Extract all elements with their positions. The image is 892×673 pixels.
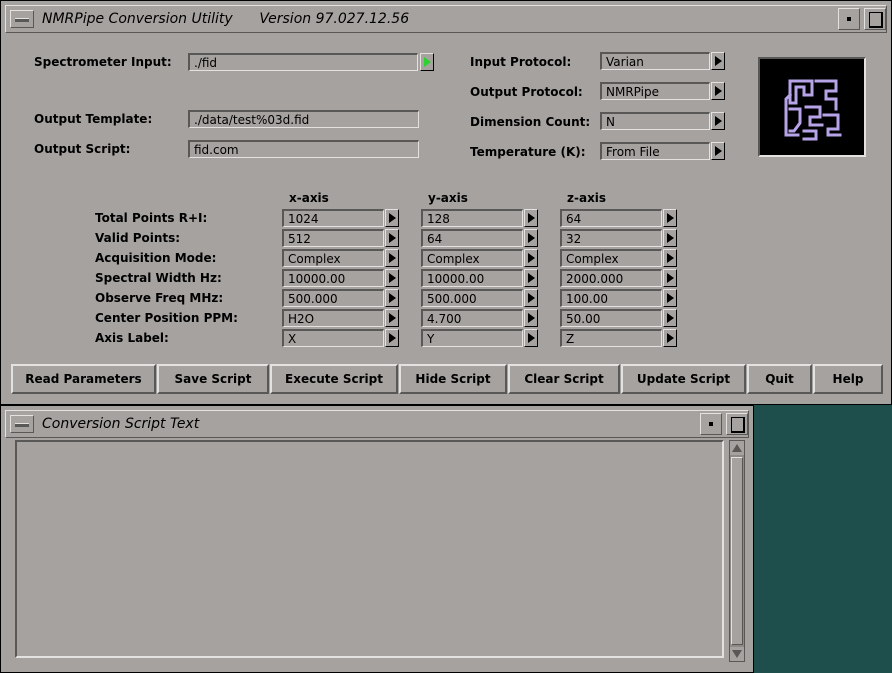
x-axis-arrow-button[interactable] xyxy=(385,269,399,287)
temperature-field[interactable]: From File xyxy=(600,142,710,160)
output-protocol-arrow-button[interactable] xyxy=(711,82,725,100)
z-axis-arrow-button[interactable] xyxy=(663,269,677,287)
window-menu-button[interactable] xyxy=(10,10,34,28)
z-axis-value-field[interactable]: Z xyxy=(560,329,662,347)
axis-row-label: Acquisition Mode: xyxy=(95,251,217,265)
spectrometer-input-label: Spectrometer Input: xyxy=(34,55,172,69)
y-axis-arrow-button[interactable] xyxy=(524,209,538,227)
script-titlebar[interactable]: Conversion Script Text xyxy=(5,410,749,438)
quit-button[interactable]: Quit xyxy=(747,364,812,394)
output-protocol-field[interactable]: NMRPipe xyxy=(600,82,710,100)
z-axis-arrow-button[interactable] xyxy=(663,309,677,327)
script-maximize-button[interactable] xyxy=(726,413,748,435)
axis-row-label: Total Points R+I: xyxy=(95,211,208,225)
temperature-arrow-button[interactable] xyxy=(711,142,725,160)
output-script-label: Output Script: xyxy=(34,142,131,156)
x-axis-arrow-button[interactable] xyxy=(385,249,399,267)
axis-row-label: Observe Freq MHz: xyxy=(95,291,224,305)
conversion-script-textarea[interactable] xyxy=(15,440,724,658)
x-axis-value-field[interactable]: 500.000 xyxy=(282,289,384,307)
dimension-count-arrow-button[interactable] xyxy=(711,112,725,130)
z-axis-arrow-button[interactable] xyxy=(663,329,677,347)
input-protocol-field[interactable]: Varian xyxy=(600,52,710,70)
execute-script-button[interactable]: Execute Script xyxy=(270,364,398,394)
x-axis-value-field[interactable]: X xyxy=(282,329,384,347)
help-button[interactable]: Help xyxy=(813,364,883,394)
minimize-button[interactable] xyxy=(838,8,860,30)
y-axis-value-field[interactable]: 10000.00 xyxy=(421,269,523,287)
update-script-button[interactable]: Update Script xyxy=(621,364,746,394)
scroll-up-arrow-icon[interactable] xyxy=(730,441,744,455)
y-axis-header: y-axis xyxy=(428,191,468,205)
z-axis-header: z-axis xyxy=(567,191,607,205)
axis-row-label: Valid Points: xyxy=(95,231,181,245)
z-axis-value-field[interactable]: Complex xyxy=(560,249,662,267)
temperature-label: Temperature (K): xyxy=(470,145,586,159)
output-script-field[interactable]: fid.com xyxy=(188,140,419,158)
main-titlebar[interactable]: NMRPipe Conversion Utility Version 97.02… xyxy=(5,5,887,33)
x-axis-value-field[interactable]: Complex xyxy=(282,249,384,267)
y-axis-value-field[interactable]: Y xyxy=(421,329,523,347)
x-axis-arrow-button[interactable] xyxy=(385,229,399,247)
y-axis-arrow-button[interactable] xyxy=(524,309,538,327)
x-axis-arrow-button[interactable] xyxy=(385,289,399,307)
output-protocol-label: Output Protocol: xyxy=(470,85,583,99)
y-axis-arrow-button[interactable] xyxy=(524,329,538,347)
nmrpipe-logo xyxy=(758,57,866,157)
window-title: NMRPipe Conversion Utility Version 97.02… xyxy=(42,11,410,27)
spectrometer-input-field[interactable]: ./fid xyxy=(188,53,418,71)
x-axis-value-field[interactable]: 512 xyxy=(282,229,384,247)
dimension-count-label: Dimension Count: xyxy=(470,115,591,129)
axis-row-label: Axis Label: xyxy=(95,331,169,345)
input-protocol-label: Input Protocol: xyxy=(470,55,572,69)
x-axis-value-field[interactable]: 1024 xyxy=(282,209,384,227)
vertical-scrollbar[interactable] xyxy=(729,440,745,662)
hide-script-button[interactable]: Hide Script xyxy=(399,364,507,394)
script-minimize-button[interactable] xyxy=(700,413,722,435)
z-axis-arrow-button[interactable] xyxy=(663,249,677,267)
y-axis-arrow-button[interactable] xyxy=(524,229,538,247)
script-window-title: Conversion Script Text xyxy=(42,416,200,432)
maximize-button[interactable] xyxy=(864,8,886,30)
x-axis-arrow-button[interactable] xyxy=(385,329,399,347)
z-axis-value-field[interactable]: 100.00 xyxy=(560,289,662,307)
z-axis-value-field[interactable]: 64 xyxy=(560,209,662,227)
y-axis-arrow-button[interactable] xyxy=(524,249,538,267)
x-axis-value-field[interactable]: H2O xyxy=(282,309,384,327)
logo-glyph-icon xyxy=(784,79,842,141)
x-axis-arrow-button[interactable] xyxy=(385,309,399,327)
dimension-count-field[interactable]: N xyxy=(600,112,710,130)
output-template-label: Output Template: xyxy=(34,112,153,126)
y-axis-value-field[interactable]: 4.700 xyxy=(421,309,523,327)
y-axis-value-field[interactable]: Complex xyxy=(421,249,523,267)
output-template-field[interactable]: ./data/test%03d.fid xyxy=(188,110,419,128)
axis-row-label: Center Position PPM: xyxy=(95,311,238,325)
save-script-button[interactable]: Save Script xyxy=(157,364,269,394)
axis-row-label: Spectral Width Hz: xyxy=(95,271,222,285)
x-axis-arrow-button[interactable] xyxy=(385,209,399,227)
z-axis-arrow-button[interactable] xyxy=(663,289,677,307)
input-protocol-arrow-button[interactable] xyxy=(711,52,725,70)
script-window-menu-button[interactable] xyxy=(10,415,34,433)
z-axis-value-field[interactable]: 50.00 xyxy=(560,309,662,327)
spectrometer-input-arrow-button[interactable] xyxy=(420,53,434,71)
z-axis-value-field[interactable]: 2000.000 xyxy=(560,269,662,287)
scroll-down-arrow-icon[interactable] xyxy=(730,647,744,661)
y-axis-arrow-button[interactable] xyxy=(524,269,538,287)
y-axis-value-field[interactable]: 64 xyxy=(421,229,523,247)
read-parameters-button[interactable]: Read Parameters xyxy=(11,364,156,394)
y-axis-value-field[interactable]: 500.000 xyxy=(421,289,523,307)
y-axis-arrow-button[interactable] xyxy=(524,289,538,307)
scroll-thumb[interactable] xyxy=(731,457,743,645)
z-axis-arrow-button[interactable] xyxy=(663,209,677,227)
x-axis-header: x-axis xyxy=(289,191,329,205)
clear-script-button[interactable]: Clear Script xyxy=(508,364,620,394)
z-axis-value-field[interactable]: 32 xyxy=(560,229,662,247)
y-axis-value-field[interactable]: 128 xyxy=(421,209,523,227)
x-axis-value-field[interactable]: 10000.00 xyxy=(282,269,384,287)
main-window: NMRPipe Conversion Utility Version 97.02… xyxy=(0,0,892,405)
z-axis-arrow-button[interactable] xyxy=(663,229,677,247)
